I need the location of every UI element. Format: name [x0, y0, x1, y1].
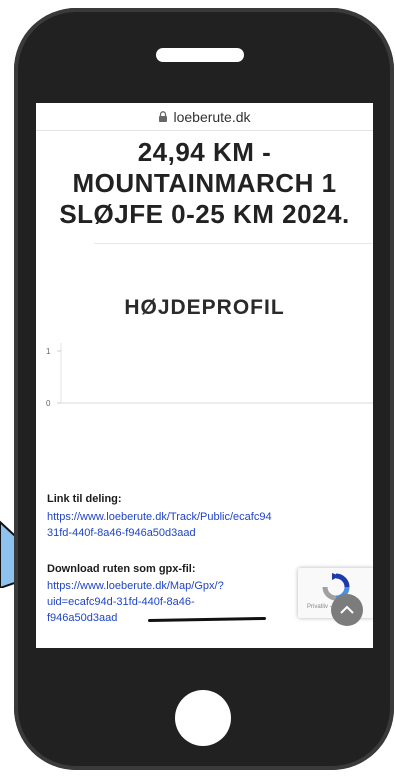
- phone-screen: loeberute.dk 24,94 KM - MOUNTAINMARCH 1 …: [36, 103, 373, 648]
- download-gpx-label: Download ruten som gpx-fil:: [47, 563, 196, 575]
- y-tick-label-1: 1: [46, 347, 51, 356]
- address-bar-divider: [36, 130, 373, 131]
- lock-icon: [159, 111, 168, 122]
- address-bar[interactable]: loeberute.dk: [36, 103, 373, 130]
- scroll-to-top-button[interactable]: [331, 594, 363, 626]
- elevation-profile-chart: 1 0: [46, 343, 373, 408]
- section-divider: [94, 243, 372, 244]
- chevron-up-icon: [340, 605, 354, 614]
- share-link-label: Link til deling:: [47, 493, 122, 505]
- address-url: loeberute.dk: [173, 108, 251, 125]
- y-tick-label-0: 0: [46, 399, 51, 408]
- route-title: 24,94 KM - MOUNTAINMARCH 1 SLØJFE 0-25 K…: [59, 137, 350, 229]
- home-button[interactable]: [175, 690, 231, 746]
- share-link[interactable]: https://www.loeberute.dk/Track/Public/ec…: [47, 509, 373, 541]
- phone-speaker: [156, 48, 244, 62]
- elevation-profile-heading: HØJDEPROFIL: [124, 296, 285, 319]
